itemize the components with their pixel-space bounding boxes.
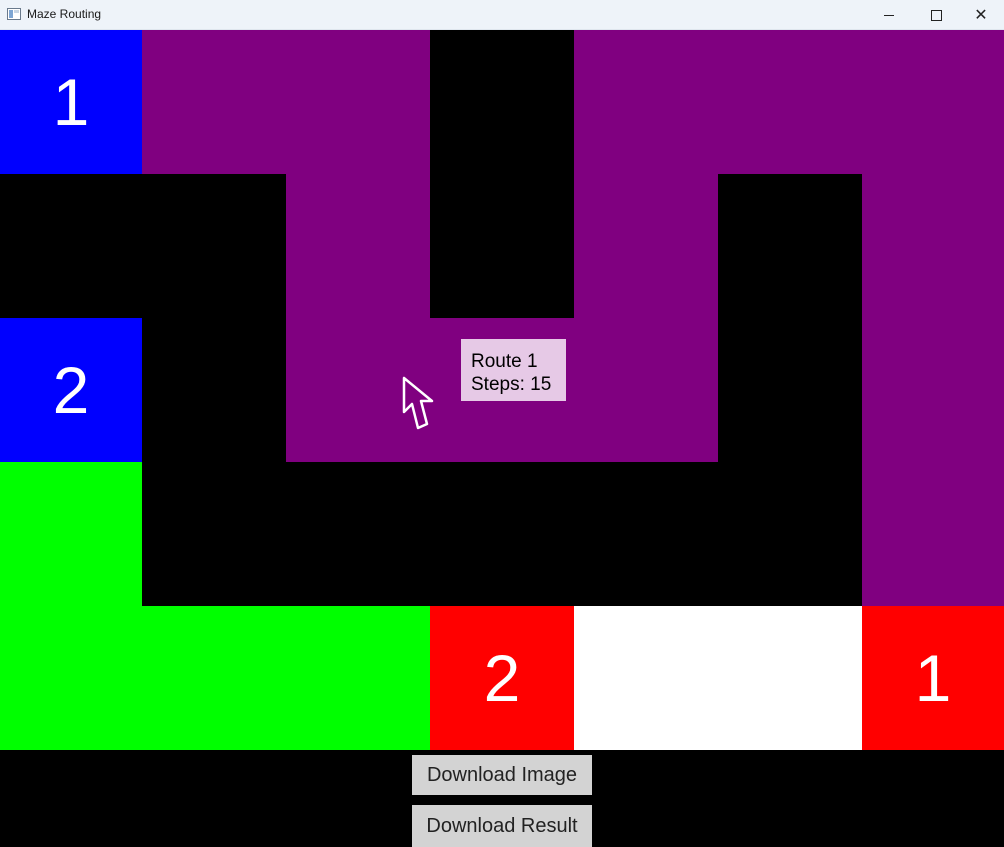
net-number-label: 2 [52,353,90,427]
maze-cell-wall [574,462,718,606]
maze-cell-wall [142,318,286,462]
maze-cell-wall [718,174,862,318]
maze-cell-wall [718,318,862,462]
maze-cell-route2 [286,606,430,750]
net-number-label: 2 [483,641,521,715]
title-bar: Maze Routing ✕ [0,0,1004,30]
maze-cell-route1 [142,30,286,174]
window-title: Maze Routing [27,7,102,21]
maze-cell-wall [430,462,574,606]
maze-cell-wall [142,174,286,318]
maze-cell-wall [0,174,142,318]
maze-cell-route1 [286,30,430,174]
maze-cell-route2 [0,462,142,606]
maze-cell-target: 2 [430,606,574,750]
maze-cell-route1 [862,318,1004,462]
maze-cell-route1 [574,318,718,462]
maze-cell-source: 2 [0,318,142,462]
maximize-icon [930,9,942,21]
maze-cell-wall [142,462,286,606]
maze-cell-wall [430,174,574,318]
maximize-button[interactable] [913,0,959,30]
maze-cell-route1 [574,30,718,174]
maze-cell-target: 1 [862,606,1004,750]
controls-bar: Download Image Download Result [0,750,1004,847]
net-number-label: 1 [52,65,90,139]
tooltip-steps-label: Steps: 15 [471,374,552,395]
maze-cell-route2 [0,606,142,750]
maze-cell-route1 [862,30,1004,174]
maze-cell-route2 [142,606,286,750]
download-result-button[interactable]: Download Result [412,805,592,847]
close-icon: ✕ [974,5,988,24]
download-image-button[interactable]: Download Image [412,755,592,795]
minimize-icon [884,14,894,16]
maze-cell-wall [718,462,862,606]
maze-cell-empty [574,606,718,750]
maze-cell-route1 [862,174,1004,318]
tooltip-route-label: Route 1 [471,351,538,372]
maze-cell-empty [718,606,862,750]
maze-cell-route1 [574,174,718,318]
minimize-button[interactable] [866,0,912,30]
maze-cell-route1 [862,462,1004,606]
maze-cell-route1 [718,30,862,174]
mouse-pointer-icon [402,376,434,430]
close-button[interactable]: ✕ [958,0,1004,30]
maze-cell-source: 1 [0,30,142,174]
route-tooltip: Route 1 Steps: 15 [461,339,566,401]
maze-cell-wall [430,30,574,174]
maze-cell-route1 [286,174,430,318]
app-icon [7,8,21,20]
maze-cell-wall [286,462,430,606]
net-number-label: 1 [914,641,952,715]
